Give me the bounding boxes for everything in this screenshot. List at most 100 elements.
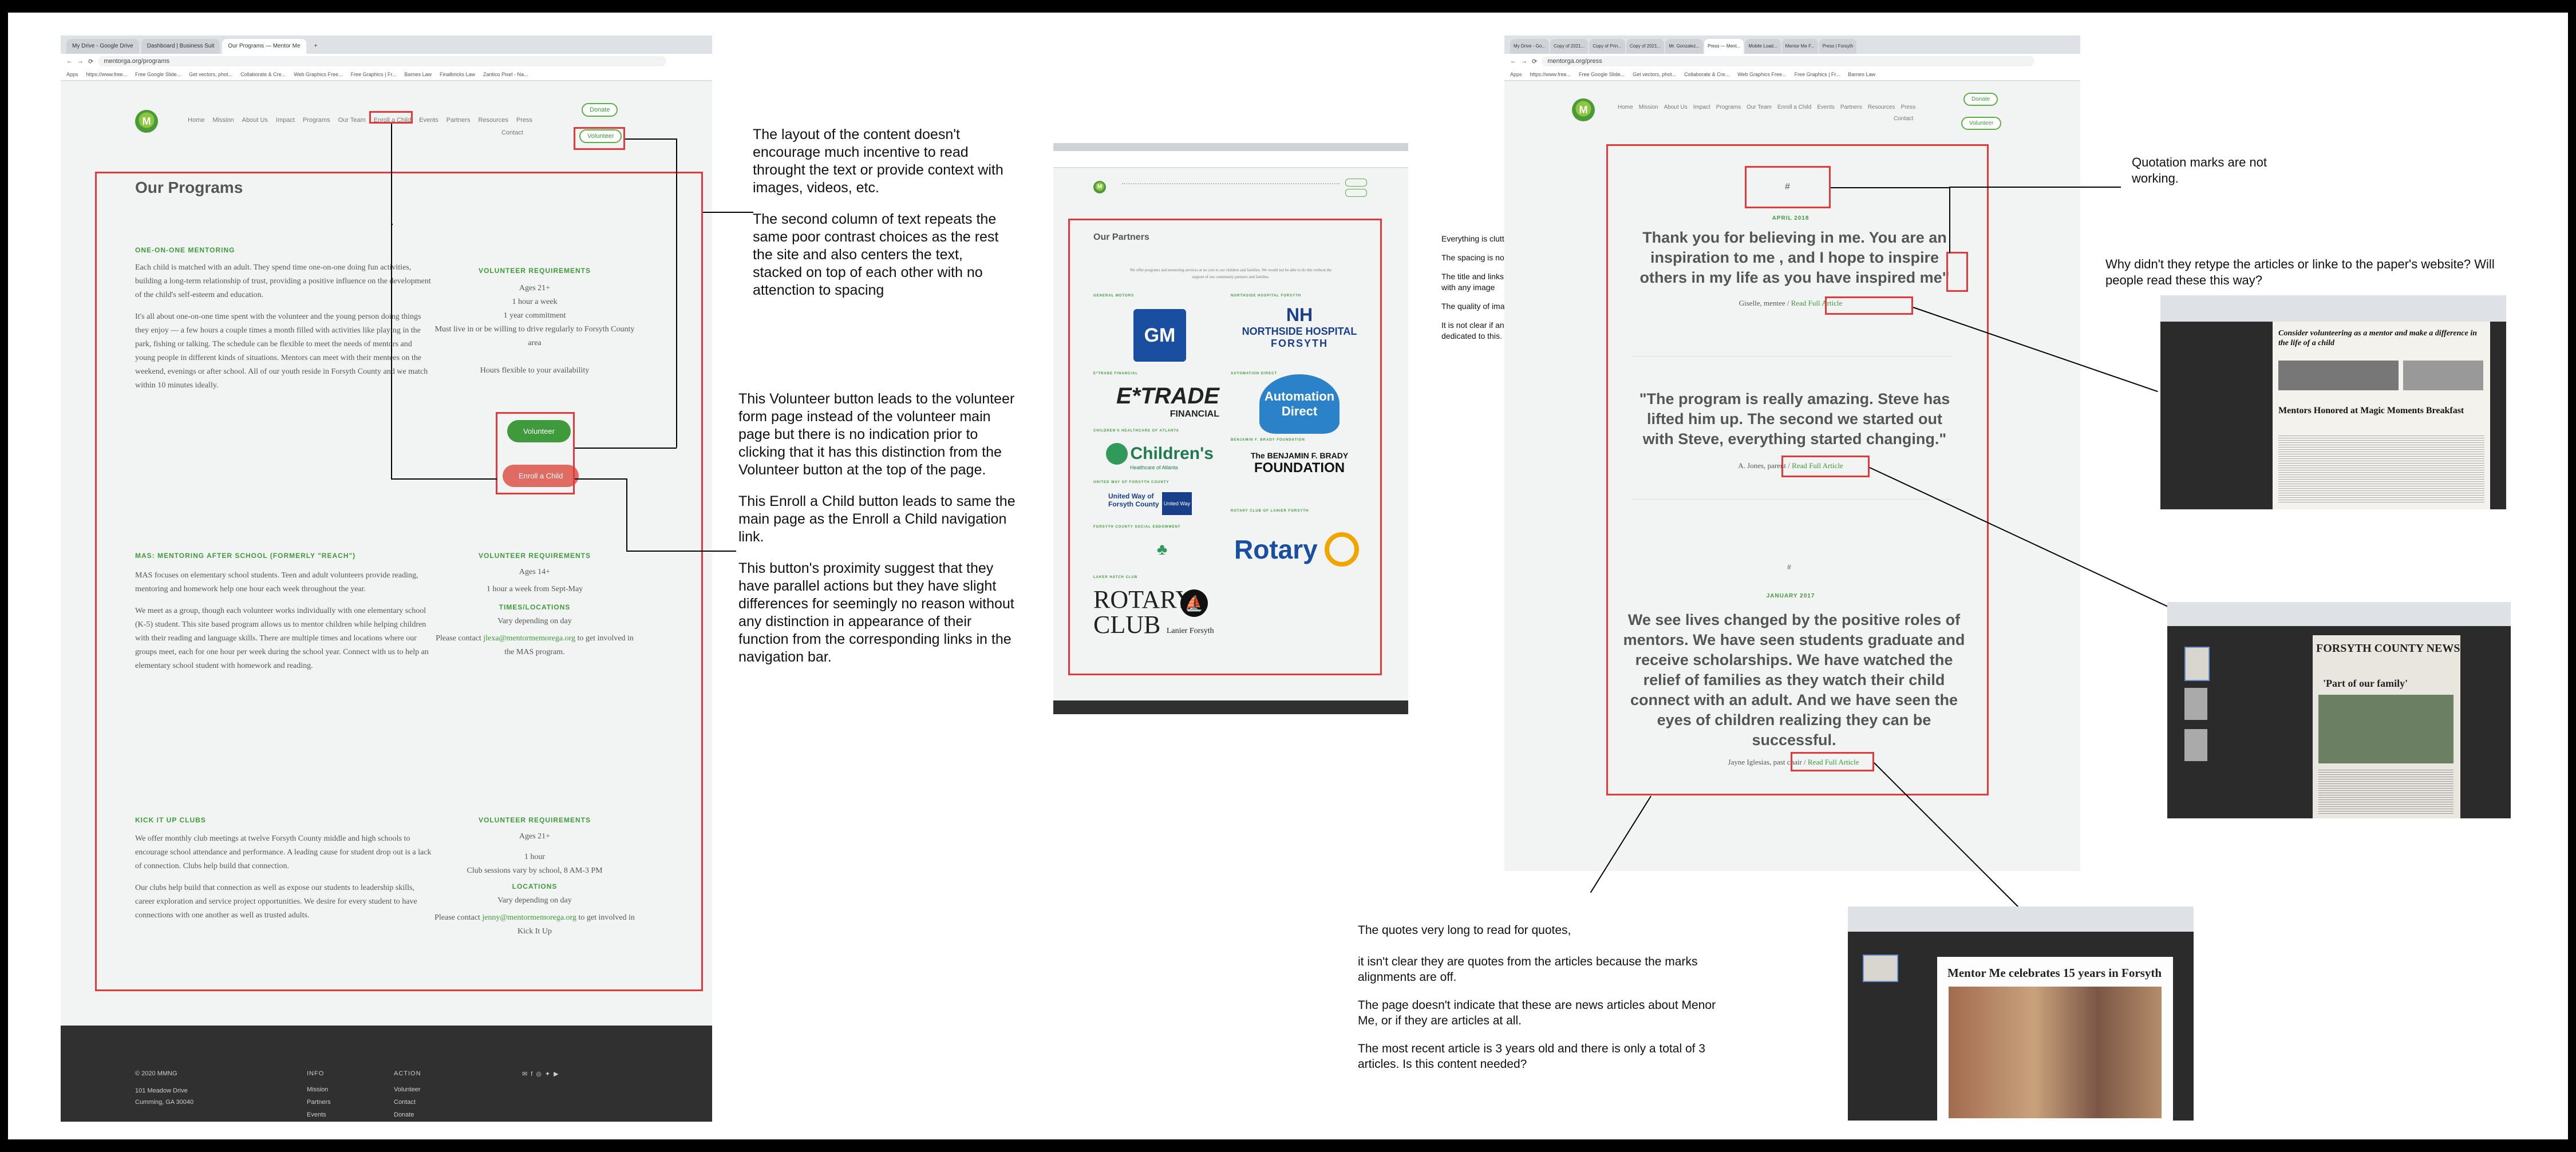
nav-enroll[interactable]: Enroll a Child bbox=[1777, 104, 1811, 110]
nav-home[interactable]: Home bbox=[1618, 104, 1633, 110]
nav-events[interactable]: Events bbox=[419, 117, 438, 124]
article-thumbnail-1: Consider volunteering as a mentor and ma… bbox=[2160, 295, 2506, 509]
bookmark-item[interactable]: Collaborate & Cre... bbox=[1684, 72, 1729, 77]
footer-link-mission[interactable]: Mission bbox=[307, 1086, 328, 1093]
tab-drive[interactable]: My Drive - Google Drive bbox=[66, 39, 139, 54]
bookmark-item[interactable]: Web Graphics Free... bbox=[294, 72, 342, 77]
nav-resources[interactable]: Resources bbox=[478, 117, 508, 124]
nav-home[interactable]: Home bbox=[188, 117, 204, 124]
connector-line bbox=[1949, 187, 2121, 188]
bookmark-item[interactable]: Collaborate & Cre... bbox=[240, 72, 286, 77]
connector-line bbox=[676, 138, 677, 448]
nav-partners[interactable]: Partners bbox=[447, 117, 471, 124]
tab[interactable]: Mr. Gonzalez... bbox=[1665, 39, 1704, 54]
url-input[interactable]: mentorga.org/programs bbox=[98, 56, 666, 66]
twitter-icon[interactable]: ✦ bbox=[545, 1071, 554, 1078]
nav-programs[interactable]: Programs bbox=[303, 117, 330, 124]
email-icon[interactable]: ✉ bbox=[522, 1071, 531, 1078]
reload-icon[interactable]: ⟳ bbox=[88, 58, 93, 65]
tab-strip: My Drive - Go... Copy of 2021... Copy of… bbox=[1504, 35, 2080, 54]
main-nav: Home Mission About Us Impact Programs Ou… bbox=[1618, 104, 1915, 110]
nav-contact[interactable]: Contact bbox=[501, 129, 523, 136]
bookmark-item[interactable]: Apps bbox=[66, 72, 78, 77]
bookmarks-bar: Apps https://www.free... Free Google Sli… bbox=[1504, 69, 2080, 81]
bookmark-item[interactable]: Free Google Slide... bbox=[1579, 72, 1625, 77]
nav-events[interactable]: Events bbox=[1817, 104, 1835, 110]
donate-button[interactable]: Donate bbox=[1963, 93, 1998, 106]
footer-link-donate[interactable]: Donate bbox=[394, 1111, 414, 1118]
nav-about[interactable]: About Us bbox=[1664, 104, 1688, 110]
nav-mission[interactable]: Mission bbox=[1639, 104, 1658, 110]
url-input[interactable]: mentorga.org/press bbox=[1542, 56, 2034, 66]
nav-press[interactable]: Press bbox=[516, 117, 532, 124]
pdf-page-thumb[interactable] bbox=[2184, 688, 2207, 720]
annotation-box-read-link bbox=[1825, 296, 1913, 315]
tab-press[interactable]: Press — Ment... bbox=[1704, 39, 1744, 54]
bookmark-item[interactable]: Get vectors, phot... bbox=[189, 72, 232, 77]
forward-icon[interactable]: → bbox=[1521, 58, 1527, 65]
tab[interactable]: Copy of 2021... bbox=[1626, 39, 1665, 54]
nav-partners[interactable]: Partners bbox=[1840, 104, 1862, 110]
site-logo[interactable]: M bbox=[1093, 181, 1106, 193]
instagram-icon[interactable]: ◎ bbox=[536, 1071, 545, 1078]
donate-button[interactable] bbox=[1345, 179, 1367, 187]
bookmark-item[interactable]: Apps bbox=[1510, 72, 1522, 77]
footer-action-heading: ACTION bbox=[394, 1070, 421, 1077]
bookmark-item[interactable]: Get vectors, phot... bbox=[1633, 72, 1676, 77]
tab[interactable]: Mobile Load... bbox=[1745, 39, 1781, 54]
bookmark-item[interactable]: https://www.free... bbox=[86, 72, 128, 77]
bookmark-item[interactable]: Zantico Pixel - Na... bbox=[483, 72, 528, 77]
bookmark-item[interactable]: Barnes Law bbox=[404, 72, 432, 77]
article-headline: Mentor Me celebrates 15 years in Forsyth bbox=[1947, 966, 2162, 980]
back-icon[interactable]: ← bbox=[66, 58, 73, 65]
bookmark-item[interactable]: Finalbricks Law bbox=[440, 72, 475, 77]
annotation-box-volunteer-top bbox=[574, 127, 625, 150]
nav-programs[interactable]: Programs bbox=[1716, 104, 1741, 110]
nav-resources[interactable]: Resources bbox=[1868, 104, 1895, 110]
nav-contact[interactable]: Contact bbox=[1894, 116, 1913, 122]
pdf-page-thumb[interactable] bbox=[2184, 647, 2210, 681]
tab-programs[interactable]: Our Programs — Mentor Me bbox=[222, 39, 306, 54]
footer-link-events[interactable]: Events bbox=[307, 1111, 326, 1118]
pdf-page-thumb[interactable] bbox=[2184, 729, 2207, 761]
nav-impact[interactable]: Impact bbox=[1693, 104, 1710, 110]
nav-about[interactable]: About Us bbox=[242, 117, 268, 124]
tab-dashboard[interactable]: Dashboard | Business Suit bbox=[141, 39, 220, 54]
nav-press[interactable]: Press bbox=[1901, 104, 1916, 110]
footer-link-partners[interactable]: Partners bbox=[307, 1099, 331, 1106]
bookmark-item[interactable]: Barnes Law bbox=[1848, 72, 1875, 77]
site-logo[interactable]: M bbox=[1572, 98, 1595, 121]
youtube-icon[interactable]: ▶ bbox=[554, 1071, 562, 1078]
bookmark-item[interactable]: Free Graphics | Fr... bbox=[1795, 72, 1840, 77]
connector-line bbox=[575, 448, 677, 449]
forward-icon[interactable]: → bbox=[77, 58, 84, 65]
new-tab-button[interactable]: + bbox=[309, 39, 323, 54]
nav-impact[interactable]: Impact bbox=[276, 117, 295, 124]
facebook-icon[interactable]: f bbox=[531, 1071, 536, 1078]
nav-team[interactable]: Our Team bbox=[338, 117, 366, 124]
volunteer-top-button[interactable]: Volunteer bbox=[1961, 117, 2002, 130]
annotation-box-partners bbox=[1068, 219, 1382, 675]
reload-icon[interactable]: ⟳ bbox=[1532, 58, 1537, 65]
nav-team[interactable]: Our Team bbox=[1747, 104, 1772, 110]
bookmark-item[interactable]: Free Graphics | Fr... bbox=[351, 72, 397, 77]
main-nav: Home Mission About Us Impact Programs Ou… bbox=[188, 117, 532, 124]
footer-link-contact[interactable]: Contact bbox=[394, 1099, 416, 1106]
tab[interactable]: Press | Forsyth bbox=[1819, 39, 1857, 54]
bookmark-item[interactable]: https://www.free... bbox=[1530, 72, 1571, 77]
bookmark-item[interactable]: Free Google Slide... bbox=[135, 72, 181, 77]
tab[interactable]: Copy of 2021... bbox=[1550, 39, 1589, 54]
tab[interactable]: My Drive - Go... bbox=[1510, 39, 1550, 54]
footer-link-volunteer[interactable]: Volunteer bbox=[394, 1086, 420, 1093]
back-icon[interactable]: ← bbox=[1510, 58, 1516, 65]
tab[interactable]: Copy of Prin... bbox=[1589, 39, 1625, 54]
pdf-page-thumb[interactable] bbox=[1863, 955, 1898, 982]
donate-button[interactable]: Donate bbox=[582, 103, 618, 117]
bookmark-item[interactable]: Web Graphics Free... bbox=[1737, 72, 1786, 77]
address-bar: ← → ⟳ mentorga.org/press bbox=[1504, 54, 2080, 69]
footer-copyright: © 2020 MMNG bbox=[135, 1070, 177, 1077]
volunteer-top-button[interactable] bbox=[1345, 189, 1367, 197]
tab[interactable]: Mentor Me F... bbox=[1781, 39, 1818, 54]
nav-mission[interactable]: Mission bbox=[212, 117, 234, 124]
site-logo[interactable]: M bbox=[135, 110, 158, 133]
